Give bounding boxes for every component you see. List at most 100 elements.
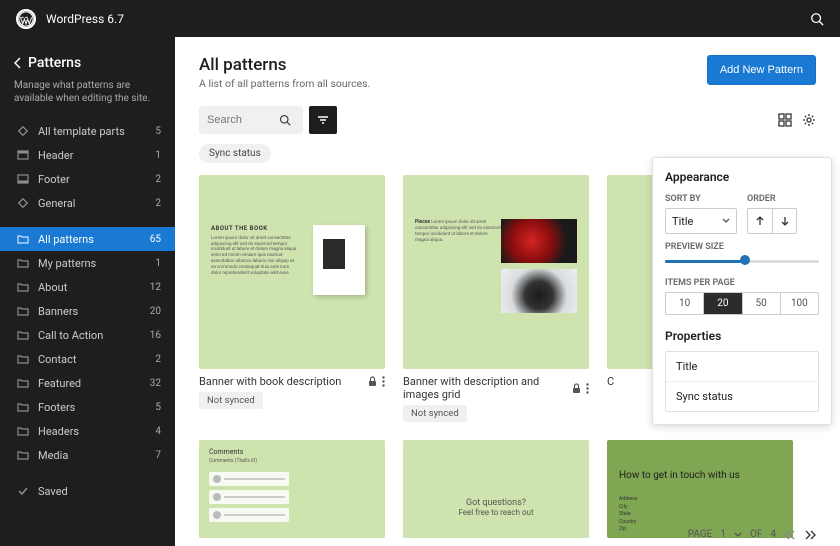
- sidebar-item-all-template-parts[interactable]: All template parts 5: [0, 119, 175, 143]
- filter-chip-sync-status[interactable]: Sync status: [199, 144, 271, 163]
- folder-icon: [14, 305, 32, 317]
- sidebar-item-contact[interactable]: Contact 2: [0, 347, 175, 371]
- pattern-thumbnail: How to get in touch with us Address City…: [607, 440, 793, 538]
- more-icon[interactable]: [382, 376, 385, 387]
- sidebar-item-count: 20: [150, 306, 161, 317]
- pattern-thumbnail: Got questions? Feel free to reach out: [403, 440, 589, 538]
- sidebar-item-count: 2: [155, 354, 161, 365]
- footer-icon: [14, 173, 32, 185]
- sidebar-item-count: 16: [150, 330, 161, 341]
- folder-icon: [14, 401, 32, 413]
- page-prev-icon[interactable]: [784, 530, 796, 540]
- thumb-heading: ABOUT THE BOOK: [211, 225, 297, 233]
- sidebar-item-banners[interactable]: Banners 20: [0, 299, 175, 323]
- search-input[interactable]: [207, 114, 279, 126]
- book-image: [313, 225, 365, 295]
- lock-icon: [572, 383, 581, 394]
- sidebar-item-featured[interactable]: Featured 32: [0, 371, 175, 395]
- sidebar-item-header[interactable]: Header 1: [0, 143, 175, 167]
- back-icon[interactable]: [14, 57, 22, 69]
- ipp-50[interactable]: 50: [743, 293, 781, 314]
- settings-icon[interactable]: [802, 113, 816, 127]
- sidebar-item-label: Footer: [38, 173, 70, 186]
- page-current: 1: [720, 529, 726, 540]
- sidebar-item-label: All template parts: [38, 125, 125, 138]
- grid-view-icon[interactable]: [778, 113, 792, 127]
- flower-image: [501, 219, 577, 263]
- page-label: PAGE: [688, 529, 713, 540]
- pattern-thumbnail: Pieces Lorem ipsum dolor sit amet consec…: [403, 175, 589, 369]
- sync-status-badge: Not synced: [199, 392, 263, 409]
- diamond-icon: [14, 125, 32, 137]
- sidebar-item-count: 7: [155, 450, 161, 461]
- ipp-100[interactable]: 100: [781, 293, 818, 314]
- thumb-text: Feel free to reach out: [403, 508, 589, 517]
- property-sync-status[interactable]: Sync status: [666, 382, 818, 411]
- folder-icon: [14, 281, 32, 293]
- top-search-icon[interactable]: [810, 12, 824, 26]
- page-title: All patterns: [199, 55, 707, 75]
- order-asc-button[interactable]: [747, 208, 772, 234]
- sidebar-item-call-to-action[interactable]: Call to Action 16: [0, 323, 175, 347]
- comment-row: [209, 472, 289, 486]
- folder-icon: [14, 377, 32, 389]
- plant-image: [501, 269, 577, 313]
- sidebar-item-count: 65: [150, 234, 161, 245]
- page-total: 4: [770, 529, 776, 540]
- thumb-sub: Comments (That's it!): [209, 458, 257, 464]
- slider-thumb[interactable]: [740, 255, 750, 265]
- sidebar-item-general[interactable]: General 2: [0, 191, 175, 215]
- folder-icon: [14, 257, 32, 269]
- search-field[interactable]: [199, 106, 303, 134]
- sidebar-item-headers[interactable]: Headers 4: [0, 419, 175, 443]
- sort-by-label: SORT BY: [665, 194, 737, 204]
- sidebar-item-footer[interactable]: Footer 2: [0, 167, 175, 191]
- page-subtitle: A list of all patterns from all sources.: [199, 77, 707, 90]
- preview-size-slider[interactable]: [665, 256, 819, 268]
- ipp-10[interactable]: 10: [666, 293, 704, 314]
- pattern-card[interactable]: Comments Comments (That's it!): [199, 440, 385, 538]
- order-desc-button[interactable]: [772, 208, 797, 234]
- sidebar-description: Manage what patterns are available when …: [0, 77, 175, 119]
- pattern-card[interactable]: ABOUT THE BOOK Lorem ipsum dolor sit ame…: [199, 175, 385, 422]
- sidebar-item-label: About: [38, 281, 67, 294]
- pagination: PAGE 1 OF 4: [688, 529, 816, 540]
- add-new-pattern-button[interactable]: Add New Pattern: [707, 55, 816, 85]
- thumb-heading: Pieces: [415, 219, 430, 225]
- page-next-icon[interactable]: [804, 530, 816, 540]
- wordpress-logo-icon[interactable]: [16, 9, 36, 29]
- ipp-20[interactable]: 20: [704, 293, 742, 314]
- filter-button[interactable]: [309, 106, 337, 134]
- page-dropdown-icon[interactable]: [734, 532, 742, 538]
- folder-icon: [14, 329, 32, 341]
- sidebar-item-about[interactable]: About 12: [0, 275, 175, 299]
- sidebar-item-footers[interactable]: Footers 5: [0, 395, 175, 419]
- properties-title: Properties: [665, 329, 819, 343]
- app-name: WordPress 6.7: [46, 12, 124, 26]
- sidebar-item-count: 5: [155, 126, 161, 137]
- sidebar-item-label: My patterns: [38, 257, 96, 270]
- folder-icon: [14, 353, 32, 365]
- sort-by-select[interactable]: Title: [665, 208, 737, 234]
- more-icon[interactable]: [586, 383, 589, 394]
- lock-icon: [368, 376, 377, 387]
- sidebar-item-my-patterns[interactable]: My patterns 1: [0, 251, 175, 275]
- sidebar-item-count: 1: [155, 258, 161, 269]
- pattern-thumbnail: ABOUT THE BOOK Lorem ipsum dolor sit ame…: [199, 175, 385, 369]
- sidebar-title: Patterns: [28, 55, 81, 71]
- pattern-card[interactable]: Got questions? Feel free to reach out: [403, 440, 589, 538]
- property-title[interactable]: Title: [666, 352, 818, 382]
- sidebar-item-saved[interactable]: Saved: [0, 479, 175, 503]
- sidebar-item-media[interactable]: Media 7: [0, 443, 175, 467]
- sidebar-item-all-patterns[interactable]: All patterns 65: [0, 227, 175, 251]
- check-icon: [14, 485, 32, 497]
- search-icon[interactable]: [279, 114, 291, 126]
- pattern-card[interactable]: Pieces Lorem ipsum dolor sit amet consec…: [403, 175, 589, 422]
- folder-icon: [14, 425, 32, 437]
- sidebar-item-label: Call to Action: [38, 329, 103, 342]
- sidebar-item-label: General: [38, 197, 75, 210]
- sidebar-item-label: Header: [38, 149, 73, 162]
- pattern-card[interactable]: How to get in touch with us Address City…: [607, 440, 793, 538]
- sidebar-item-label: Featured: [38, 377, 81, 390]
- sort-by-value: Title: [672, 215, 693, 228]
